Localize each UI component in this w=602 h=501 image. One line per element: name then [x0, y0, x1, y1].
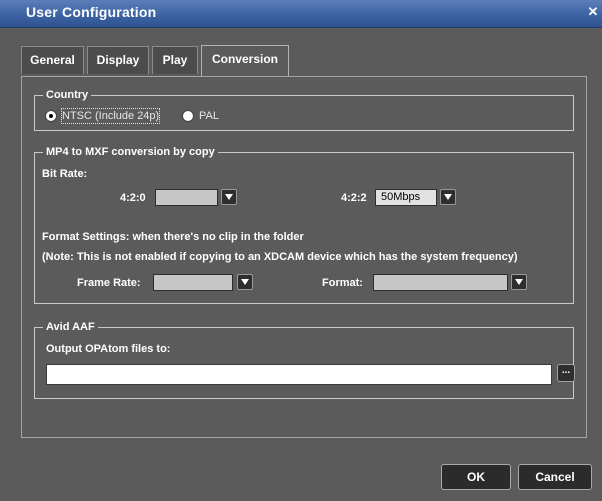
country-legend: Country	[43, 88, 92, 102]
mp4-to-mxf-group: MP4 to MXF conversion by copy Bit Rate: …	[34, 145, 574, 304]
window-title: User Configuration	[26, 4, 157, 20]
cancel-button[interactable]: Cancel	[518, 464, 592, 490]
label-420: 4:2:0	[120, 192, 146, 204]
country-group: Country NTSC (Include 24p) PAL	[34, 88, 574, 131]
user-configuration-dialog: User Configuration ✕ General Display Pla…	[0, 0, 602, 501]
format-note: (Note: This is not enabled if copying to…	[42, 251, 518, 263]
avid-legend: Avid AAF	[43, 320, 98, 334]
tab-general[interactable]: General	[21, 46, 84, 74]
avid-aaf-group: Avid AAF Output OPAtom files to: ...	[34, 320, 575, 399]
bitrate-420-select[interactable]	[155, 189, 218, 206]
browse-button[interactable]: ...	[557, 364, 575, 382]
bitrate-422-value: 50Mbps	[381, 191, 421, 203]
bitrate-422-select[interactable]: 50Mbps	[375, 189, 437, 206]
bit-rate-label: Bit Rate:	[42, 168, 88, 180]
title-bar: User Configuration ✕	[0, 0, 602, 28]
tab-play[interactable]: Play	[152, 46, 198, 74]
ntsc-label[interactable]: NTSC (Include 24p)	[60, 108, 161, 124]
ntsc-radio[interactable]	[45, 110, 57, 122]
mp4-legend: MP4 to MXF conversion by copy	[43, 145, 218, 159]
frame-rate-label: Frame Rate:	[77, 277, 141, 289]
format-label: Format:	[322, 277, 363, 289]
tab-conversion[interactable]: Conversion	[201, 45, 289, 76]
chevron-down-icon[interactable]	[221, 189, 237, 205]
output-label: Output OPAtom files to:	[46, 343, 171, 355]
format-settings-label: Format Settings: when there's no clip in…	[42, 231, 304, 243]
chevron-down-icon[interactable]	[511, 274, 527, 290]
conversion-panel: Country NTSC (Include 24p) PAL MP4 to MX…	[21, 76, 587, 438]
output-path-input[interactable]	[46, 364, 552, 385]
format-select[interactable]	[373, 274, 508, 291]
ok-button[interactable]: OK	[441, 464, 511, 490]
label-422: 4:2:2	[341, 192, 367, 204]
chevron-down-icon[interactable]	[237, 274, 253, 290]
pal-label[interactable]: PAL	[199, 109, 219, 123]
chevron-down-icon[interactable]	[440, 189, 456, 205]
pal-radio[interactable]	[182, 110, 194, 122]
tab-display[interactable]: Display	[87, 46, 149, 74]
close-icon[interactable]: ✕	[586, 4, 600, 20]
frame-rate-select[interactable]	[153, 274, 233, 291]
